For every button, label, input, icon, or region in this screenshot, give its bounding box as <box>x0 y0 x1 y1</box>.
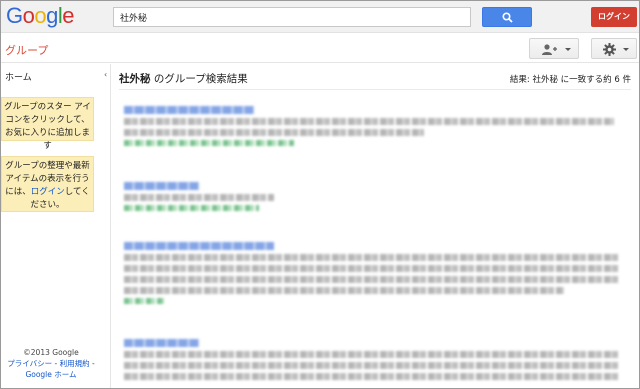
footer-links: プライバシー - 利用規約 - <box>1 358 101 369</box>
result-meta <box>124 140 294 146</box>
logo-letter: o <box>34 3 47 28</box>
search-result[interactable] <box>124 106 624 146</box>
google-home-link[interactable]: Google ホーム <box>1 369 101 380</box>
divider <box>119 89 631 90</box>
search-results-panel: 社外秘 のグループ検索結果 結果: 社外秘 に一致する約 6 件 <box>112 64 639 388</box>
login-tip-note: グループの整理や最新アイテムの表示を行うには、ログインしてください。 <box>1 156 94 212</box>
footer-separator: - <box>89 359 95 368</box>
logo-letter: o <box>22 3 35 28</box>
groups-toolbar: グループ <box>1 34 639 63</box>
results-heading: 社外秘 のグループ検索結果 <box>119 71 248 86</box>
privacy-link[interactable]: プライバシー <box>7 359 52 368</box>
result-title[interactable] <box>124 106 254 114</box>
chevron-down-icon <box>623 48 629 51</box>
result-snippet <box>124 194 274 201</box>
app-window: Google ログイン グループ <box>0 0 640 389</box>
search-result[interactable] <box>124 242 624 304</box>
settings-button[interactable] <box>591 38 637 59</box>
results-query: 社外秘 <box>119 73 151 85</box>
result-snippet <box>124 373 619 380</box>
results-count: 結果: 社外秘 に一致する約 6 件 <box>509 75 631 85</box>
sidebar-item-home[interactable]: ホーム <box>5 70 32 83</box>
search-input[interactable] <box>113 7 471 27</box>
star-tip-note: グループのスター アイコンをクリックして、お気に入りに追加します <box>1 97 94 151</box>
result-snippet <box>124 287 564 294</box>
terms-link[interactable]: 利用規約 <box>60 359 90 368</box>
result-title[interactable] <box>124 242 274 250</box>
result-snippet <box>124 351 619 358</box>
result-meta <box>124 205 259 211</box>
top-bar: Google ログイン <box>1 1 639 33</box>
collapse-sidebar-icon[interactable]: ‹ <box>104 70 107 79</box>
chevron-down-icon <box>565 48 571 51</box>
person-add-icon <box>542 44 557 55</box>
login-button[interactable]: ログイン <box>591 7 637 27</box>
footer-separator: - <box>52 359 60 368</box>
logo-letter: G <box>6 3 23 28</box>
result-title[interactable] <box>124 182 199 190</box>
gear-icon <box>603 43 616 56</box>
sidebar-footer: ©2013 Google プライバシー - 利用規約 - Google ホーム <box>1 347 101 380</box>
results-heading-suffix: のグループ検索結果 <box>150 73 248 85</box>
search-result[interactable] <box>124 182 624 211</box>
search-button[interactable] <box>482 7 532 27</box>
result-snippet <box>124 118 614 125</box>
login-link[interactable]: ログイン <box>31 187 65 197</box>
result-meta <box>124 298 164 304</box>
search-icon <box>502 12 513 23</box>
result-snippet <box>124 265 619 272</box>
copyright-text: ©2013 Google <box>23 348 79 357</box>
logo-letter: g <box>46 3 58 28</box>
result-snippet <box>124 276 619 283</box>
account-menu-button[interactable] <box>529 38 579 59</box>
logo-letter: e <box>62 3 75 28</box>
result-title[interactable] <box>124 339 199 347</box>
search-result[interactable] <box>124 339 624 380</box>
result-snippet <box>124 254 619 261</box>
groups-brand[interactable]: グループ <box>5 42 48 58</box>
google-logo[interactable]: Google <box>6 3 75 29</box>
sidebar: ホーム ‹ グループのスター アイコンをクリックして、お気に入りに追加します グ… <box>1 64 111 388</box>
result-snippet <box>124 129 424 136</box>
result-snippet <box>124 362 619 369</box>
